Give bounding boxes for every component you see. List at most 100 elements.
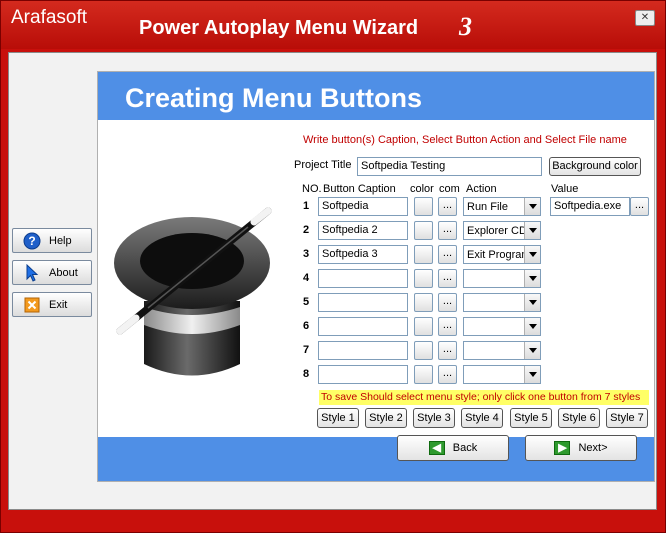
help-icon: ? bbox=[23, 232, 41, 250]
chevron-down-icon[interactable] bbox=[524, 270, 540, 287]
style-1-button[interactable]: Style 1 bbox=[317, 408, 359, 428]
chevron-down-icon[interactable] bbox=[524, 246, 540, 263]
close-icon: ✕ bbox=[640, 12, 650, 23]
action-select[interactable] bbox=[463, 269, 541, 288]
com-ellipsis: ... bbox=[442, 199, 453, 211]
title-bar: Arafasoft Power Autoplay Menu Wizard 3 ✕ bbox=[1, 1, 665, 49]
action-value: Explorer CD bbox=[467, 225, 525, 237]
action-value: Run File bbox=[467, 201, 508, 213]
com-ellipsis: ... bbox=[442, 271, 453, 283]
style-label: Style 3 bbox=[417, 412, 451, 424]
caption-input[interactable]: Softpedia bbox=[318, 197, 408, 216]
svg-text:?: ? bbox=[28, 234, 35, 248]
com-button[interactable]: ... bbox=[438, 245, 457, 264]
back-label: Back bbox=[452, 442, 478, 454]
action-select[interactable] bbox=[463, 341, 541, 360]
row-number: 8 bbox=[303, 368, 310, 380]
caption-input[interactable] bbox=[318, 293, 408, 312]
action-select[interactable] bbox=[463, 365, 541, 384]
row-number: 3 bbox=[303, 248, 310, 260]
action-select[interactable] bbox=[463, 293, 541, 312]
caption-input[interactable] bbox=[318, 269, 408, 288]
style-label: Style 7 bbox=[610, 412, 644, 424]
style-5-button[interactable]: Style 5 bbox=[510, 408, 552, 428]
caption-input[interactable] bbox=[318, 317, 408, 336]
row-number: 6 bbox=[303, 320, 310, 332]
instruction-text: Write button(s) Caption, Select Button A… bbox=[303, 134, 627, 146]
com-button[interactable]: ... bbox=[438, 221, 457, 240]
color-button[interactable] bbox=[414, 221, 433, 240]
style-label: Style 5 bbox=[514, 412, 548, 424]
value-input-row-1[interactable]: Softpedia.exe bbox=[550, 197, 630, 216]
com-ellipsis: ... bbox=[442, 319, 453, 331]
browse-value-button[interactable]: ... bbox=[630, 197, 649, 216]
arrow-right-icon: ▶ bbox=[554, 441, 571, 455]
back-button[interactable]: ◀ Back bbox=[397, 435, 509, 461]
com-ellipsis: ... bbox=[442, 367, 453, 379]
color-button[interactable] bbox=[414, 365, 433, 384]
style-4-button[interactable]: Style 4 bbox=[461, 408, 503, 428]
value-text-row-1: Softpedia.exe bbox=[554, 200, 622, 212]
chevron-down-icon[interactable] bbox=[524, 198, 540, 215]
action-select[interactable] bbox=[463, 317, 541, 336]
caption-input[interactable]: Softpedia 3 bbox=[318, 245, 408, 264]
chevron-down-icon[interactable] bbox=[524, 294, 540, 311]
com-button[interactable]: ... bbox=[438, 197, 457, 216]
cursor-arrow-icon bbox=[23, 263, 41, 282]
help-button[interactable]: ? Help bbox=[12, 228, 92, 253]
background-color-button[interactable]: Background color bbox=[549, 157, 641, 176]
style-3-button[interactable]: Style 3 bbox=[413, 408, 455, 428]
style-2-button[interactable]: Style 2 bbox=[365, 408, 407, 428]
style-label: Style 2 bbox=[369, 412, 403, 424]
color-button[interactable] bbox=[414, 293, 433, 312]
style-label: Style 1 bbox=[321, 412, 355, 424]
project-title-label: Project Title bbox=[294, 159, 352, 171]
column-no: NO. bbox=[302, 183, 322, 195]
row-number: 5 bbox=[303, 296, 310, 308]
caption-input[interactable] bbox=[318, 365, 408, 384]
exit-icon bbox=[23, 296, 41, 314]
chevron-down-icon[interactable] bbox=[524, 366, 540, 383]
color-button[interactable] bbox=[414, 245, 433, 264]
browse-ellipsis: ... bbox=[634, 199, 645, 211]
com-ellipsis: ... bbox=[442, 295, 453, 307]
chevron-down-icon[interactable] bbox=[524, 342, 540, 359]
com-button[interactable]: ... bbox=[438, 269, 457, 288]
color-button[interactable] bbox=[414, 317, 433, 336]
color-button[interactable] bbox=[414, 341, 433, 360]
brand-logo: Arafasoft bbox=[11, 7, 88, 28]
row-number: 2 bbox=[303, 224, 310, 236]
column-button-caption: Button Caption bbox=[323, 183, 396, 195]
page-header: Creating Menu Buttons bbox=[98, 72, 654, 120]
action-select[interactable]: Exit Program bbox=[463, 245, 541, 264]
about-button[interactable]: About bbox=[12, 260, 92, 285]
project-title-input[interactable]: Softpedia Testing bbox=[357, 157, 542, 176]
caption-text: Softpedia bbox=[322, 200, 369, 212]
style-7-button[interactable]: Style 7 bbox=[606, 408, 648, 428]
help-label: Help bbox=[49, 234, 72, 247]
page-title: Creating Menu Buttons bbox=[125, 83, 422, 113]
style-6-button[interactable]: Style 6 bbox=[558, 408, 600, 428]
style-label: Style 6 bbox=[562, 412, 596, 424]
com-button[interactable]: ... bbox=[438, 317, 457, 336]
close-button[interactable]: ✕ bbox=[635, 10, 655, 26]
chevron-down-icon[interactable] bbox=[524, 222, 540, 239]
com-button[interactable]: ... bbox=[438, 341, 457, 360]
action-select[interactable]: Explorer CD bbox=[463, 221, 541, 240]
caption-text: Softpedia 2 bbox=[322, 224, 378, 236]
color-button[interactable] bbox=[414, 269, 433, 288]
color-button[interactable] bbox=[414, 197, 433, 216]
com-button[interactable]: ... bbox=[438, 365, 457, 384]
com-ellipsis: ... bbox=[442, 343, 453, 355]
action-select[interactable]: Run File bbox=[463, 197, 541, 216]
com-button[interactable]: ... bbox=[438, 293, 457, 312]
app-window: Arafasoft Power Autoplay Menu Wizard 3 ✕… bbox=[0, 0, 666, 533]
com-ellipsis: ... bbox=[442, 247, 453, 259]
version-number: 3 bbox=[459, 12, 472, 41]
caption-input[interactable] bbox=[318, 341, 408, 360]
next-button[interactable]: ▶ Next> bbox=[525, 435, 637, 461]
chevron-down-icon[interactable] bbox=[524, 318, 540, 335]
exit-button[interactable]: Exit bbox=[12, 292, 92, 317]
wizard-panel: Creating Menu Buttons Write button(s) Ca… bbox=[97, 71, 655, 482]
caption-input[interactable]: Softpedia 2 bbox=[318, 221, 408, 240]
